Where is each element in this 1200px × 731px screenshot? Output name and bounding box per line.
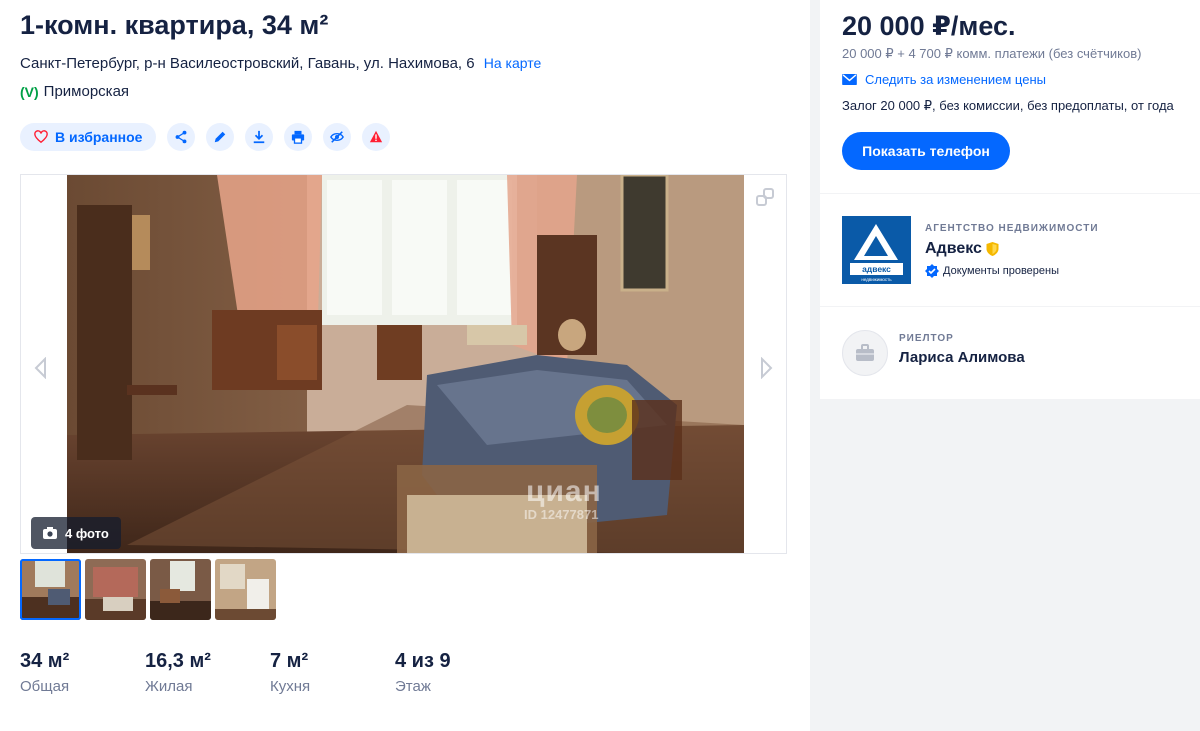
stat-label: Жилая [145,678,193,695]
shield-icon [986,242,999,256]
thumbnail-strip [20,559,276,620]
gallery-next-button[interactable] [757,356,775,380]
photo-gallery[interactable]: циан ID 12477871 4 фото [20,174,787,554]
print-button[interactable] [284,123,313,151]
stat-label: Общая [20,678,70,695]
gallery-prev-button[interactable] [32,356,50,380]
stat-value: 4 из 9 [395,650,451,672]
thumbnail-image [85,559,146,620]
documents-verified: Документы проверены [925,264,1059,278]
heart-icon [34,130,48,144]
photo-count-label: 4 фото [65,525,109,541]
price-card: 20 000 ₽/мес. 20 000 ₽ + 4 700 ₽ комм. п… [820,0,1200,193]
camera-icon [43,527,57,539]
agency-name-row: Адвекс [925,240,999,258]
agency-card: адвекс недвижимость АГЕНТСТВО НЕДВИЖИМОС… [820,194,1200,306]
watermark-id: ID 12477871 [524,507,599,522]
warning-icon [370,130,383,143]
watch-price-label: Следить за изменением цены [865,72,1046,87]
verified-badge-icon [925,264,939,278]
thumbnail-1[interactable] [20,559,81,620]
logo-text: адвекс [862,264,891,274]
thumbnail-3[interactable] [150,559,211,620]
stat-value: 34 м² [20,650,70,672]
agent-name[interactable]: Лариса Алимова [899,349,1025,366]
action-bar: В избранное [20,123,391,151]
stat-label: Кухня [270,678,311,695]
watermark: циан [526,475,602,508]
download-button[interactable] [245,123,274,151]
download-icon [254,130,265,144]
rental-terms: Залог 20 000 ₽, без комиссии, без предоп… [842,98,1174,113]
agency-logo[interactable]: адвекс недвижимость [842,216,911,284]
chevron-left-icon [34,356,46,380]
edit-icon [215,131,226,143]
hide-button[interactable] [323,123,352,151]
hide-icon [330,131,345,143]
report-button[interactable] [362,123,391,151]
stat-value: 16,3 м² [145,650,211,672]
thumbnail-image [150,559,211,620]
address-text: Санкт-Петербург, р-н Василеостровский, Г… [20,55,475,72]
price-main: 20 000 ₽/мес. [842,11,1016,41]
stat-living-area: 16,3 м² Жилая [145,650,270,695]
address-line: Санкт-Петербург, р-н Василеостровский, Г… [20,55,541,72]
page-title: 1-комн. квартира, 34 м² [20,10,329,40]
mail-icon [842,74,857,85]
show-phone-button[interactable]: Показать телефон [842,132,1010,170]
favorite-button[interactable]: В избранное [20,123,157,151]
agent-card: РИЕЛТОР Лариса Алимова [820,307,1200,399]
metro-station: (V) Приморская [20,83,129,100]
print-icon [292,130,305,144]
area-stats: 34 м² Общая 16,3 м² Жилая 7 м² Кухня 4 и… [20,650,520,695]
fullscreen-button[interactable] [755,187,775,207]
agency-name[interactable]: Адвекс [925,240,982,258]
stat-floor: 4 из 9 Этаж [395,650,520,695]
thumbnail-4[interactable] [215,559,276,620]
stat-label: Этаж [395,678,431,695]
metro-icon: (V) [20,83,39,100]
thumbnail-image [215,559,276,620]
thumbnail-image [20,559,81,620]
thumbnail-2[interactable] [85,559,146,620]
share-icon [176,130,187,144]
advecs-logo-icon: адвекс недвижимость [842,216,911,284]
verified-label: Документы проверены [943,265,1060,277]
agent-kicker: РИЕЛТОР [899,333,954,344]
room-photo-illustration [67,175,744,553]
stat-kitchen-area: 7 м² Кухня [270,650,395,695]
share-button[interactable] [167,123,196,151]
stat-value: 7 м² [270,650,309,672]
edit-button[interactable] [206,123,235,151]
stat-total-area: 34 м² Общая [20,650,145,695]
avatar [842,330,888,376]
agency-kicker: АГЕНТСТВО НЕДВИЖИМОСТИ [925,223,1099,234]
listing-main: 1-комн. квартира, 34 м² Санкт-Петербург,… [0,0,810,731]
main-photo[interactable] [67,175,744,553]
favorite-label: В избранное [55,129,143,145]
metro-name: Приморская [43,83,130,100]
watch-price-link[interactable]: Следить за изменением цены [842,72,1046,87]
chevron-right-icon [761,356,773,380]
logo-subtext: недвижимость [861,277,892,282]
expand-icon [756,188,774,206]
price-details: 20 000 ₽ + 4 700 ₽ комм. платежи (без сч… [842,46,1142,61]
briefcase-icon [856,344,874,361]
map-link[interactable]: На карте [484,55,542,71]
photo-count-badge[interactable]: 4 фото [31,517,121,549]
